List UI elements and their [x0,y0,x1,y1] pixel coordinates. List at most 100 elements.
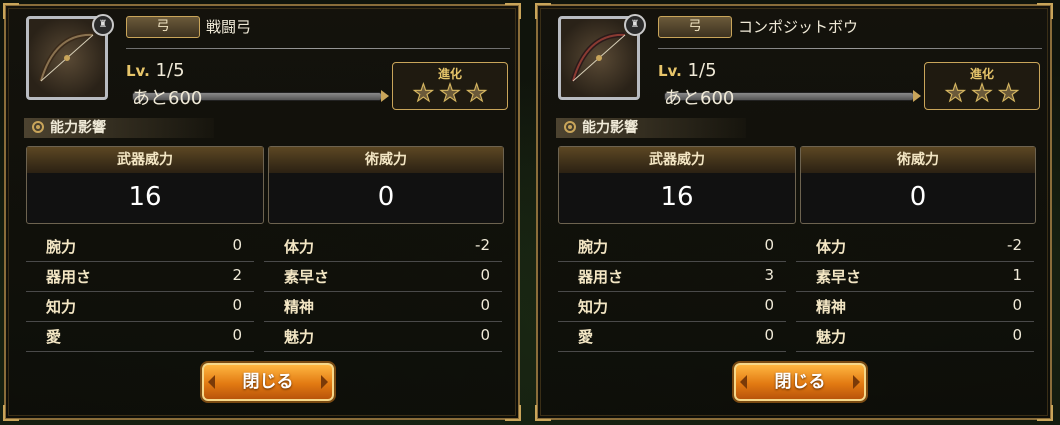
stat-row: 魅力 0 [796,322,1034,352]
stat-row: 精神 0 [264,292,502,322]
gear-icon [564,121,576,133]
weapon-type-tag: 弓 [658,16,732,38]
magic-power-box: 術威力 0 [800,146,1036,224]
evolution-stars: ★ ★ ★ [393,79,507,107]
stat-value: -2 [475,236,490,254]
stat-name: 器用さ [578,268,624,286]
level-value: 1/5 [155,60,185,81]
stat-row: 精神 0 [796,292,1034,322]
section-title: 能力影響 [582,120,638,136]
corner-ornament [535,405,551,421]
stat-value: 0 [232,326,242,344]
weapon-name: コンポジットボウ [738,18,859,36]
star-icon: ★ [971,79,993,107]
stat-name: 体力 [284,238,315,256]
stat-row: 知力 0 [558,292,786,322]
stat-row: 腕力 0 [558,232,786,262]
divider [658,48,1042,49]
level-value: 1/5 [687,60,717,81]
stat-value: 0 [764,236,774,254]
magic-power-label: 術威力 [269,147,503,173]
corner-ornament [3,3,19,19]
magic-power-value: 0 [909,182,927,212]
section-title: 能力影響 [50,120,106,136]
weapon-power-label: 武器威力 [27,147,263,173]
corner-ornament [535,3,551,19]
stat-name: 腕力 [578,238,609,256]
stat-name: 知力 [578,298,609,316]
stat-value: 0 [232,296,242,314]
stat-value: 0 [480,296,490,314]
bow-icon [570,32,626,82]
exp-remaining: あと600 [132,88,203,109]
stat-name: 素早さ [284,268,330,286]
gear-icon [32,121,44,133]
corner-ornament [505,3,521,19]
stat-row: 素早さ 1 [796,262,1034,292]
rank-badge-icon: ♜ [624,14,646,36]
stat-value: 0 [764,296,774,314]
stat-name: 器用さ [46,268,92,286]
ability-section-header: 能力影響 [556,118,746,138]
bow-icon [38,32,94,82]
weapon-name: 戦闘弓 [206,18,252,36]
stat-name: 体力 [816,238,847,256]
weapon-power-box: 武器威力 16 [26,146,264,224]
rank-badge-icon: ♜ [92,14,114,36]
corner-ornament [3,405,19,421]
level-label: Lv. [658,62,682,80]
evolution-box: 進化 ★ ★ ★ [924,62,1040,110]
stat-value: 3 [764,266,774,284]
stat-row: 魅力 0 [264,322,502,352]
weapon-power-box: 武器威力 16 [558,146,796,224]
corner-ornament [1037,3,1053,19]
star-icon: ★ [465,79,488,107]
stat-name: 精神 [816,298,847,316]
magic-power-box: 術威力 0 [268,146,504,224]
divider [126,48,510,49]
magic-power-label: 術威力 [801,147,1035,173]
stat-row: 知力 0 [26,292,254,322]
stat-name: 愛 [578,328,594,346]
ability-section-header: 能力影響 [24,118,214,138]
stat-value: -2 [1007,236,1022,254]
weapon-power-value: 16 [660,182,694,212]
stat-row: 体力 -2 [796,232,1034,262]
weapon-type-tag: 弓 [126,16,200,38]
exp-remaining: あと600 [664,88,735,109]
star-icon: ★ [439,79,461,107]
stat-name: 腕力 [46,238,77,256]
stat-value: 0 [480,266,490,284]
weapon-detail-panel-right: ♜ 弓 コンポジットボウ Lv. 1/5 あと600 進化 ★ ★ ★ 能力影響… [535,3,1053,421]
magic-power-value: 0 [377,182,395,212]
stat-value: 0 [1012,326,1022,344]
close-button[interactable]: 閉じる [202,363,334,401]
stat-name: 素早さ [816,268,862,286]
stat-value: 2 [232,266,242,284]
weapon-detail-panel-left: ♜ 弓 戦闘弓 Lv. 1/5 あと600 進化 ★ ★ ★ 能力影響 武器威力… [3,3,521,421]
stat-row: 体力 -2 [264,232,502,262]
stat-row: 愛 0 [26,322,254,352]
stat-value: 1 [1012,266,1022,284]
stat-name: 魅力 [284,328,315,346]
level-display: Lv. 1/5 [658,60,717,81]
corner-ornament [505,405,521,421]
stat-row: 素早さ 0 [264,262,502,292]
close-button[interactable]: 閉じる [734,363,866,401]
evolution-stars: ★ ★ ★ [925,79,1039,107]
level-display: Lv. 1/5 [126,60,185,81]
stat-name: 魅力 [816,328,847,346]
stat-value: 0 [1012,296,1022,314]
star-icon: ★ [412,79,435,107]
star-icon: ★ [944,79,967,107]
stat-name: 愛 [46,328,62,346]
stat-row: 愛 0 [558,322,786,352]
stat-value: 0 [232,236,242,254]
stat-value: 0 [480,326,490,344]
stat-name: 精神 [284,298,315,316]
corner-ornament [1037,405,1053,421]
stat-value: 0 [764,326,774,344]
level-label: Lv. [126,62,150,80]
stat-row: 器用さ 2 [26,262,254,292]
evolution-box: 進化 ★ ★ ★ [392,62,508,110]
